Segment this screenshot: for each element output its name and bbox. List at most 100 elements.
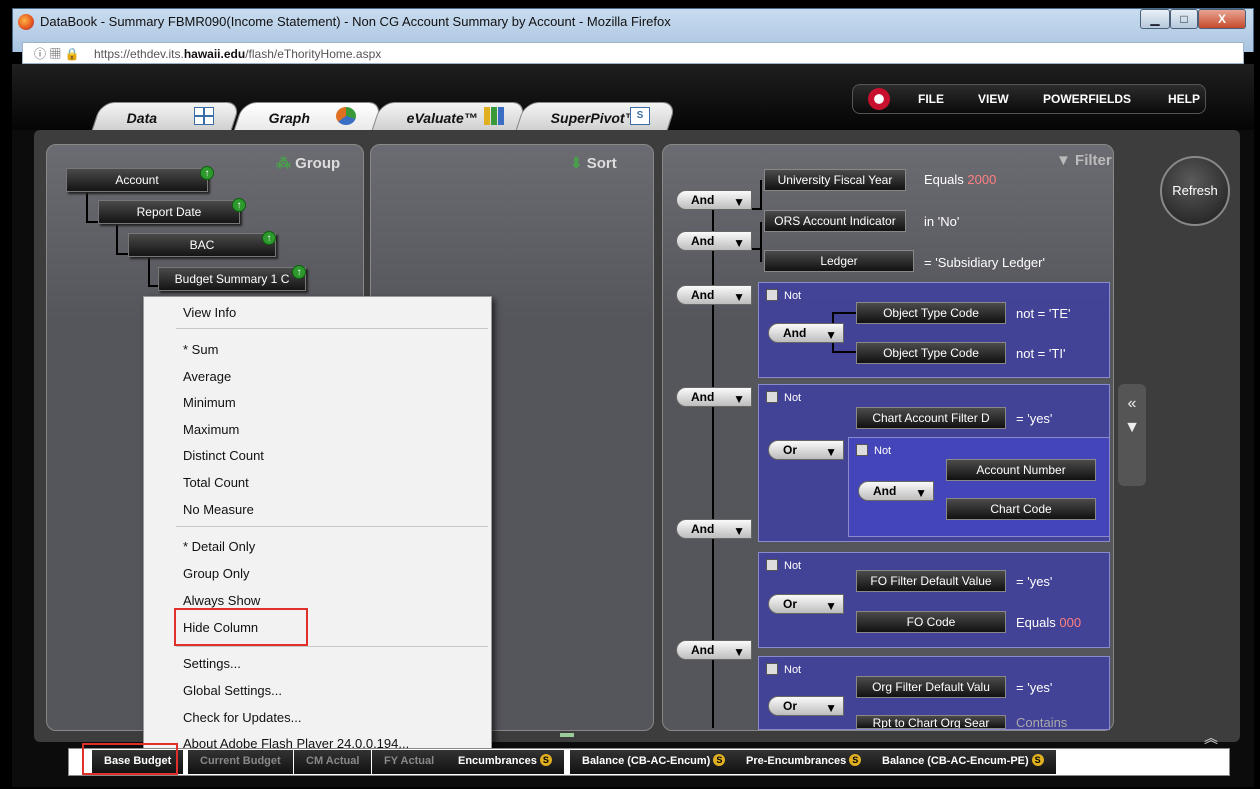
menu-sum[interactable]: * Sum [183, 342, 218, 357]
maximize-button[interactable]: □ [1170, 9, 1198, 29]
refresh-button[interactable]: Refresh [1160, 156, 1230, 226]
menu-minimum[interactable]: Minimum [183, 395, 236, 410]
window-title: DataBook - Summary FBMR090(Income Statem… [40, 14, 671, 29]
pie-chart-icon [336, 107, 356, 125]
filter-value-fo-default: = 'yes' [1016, 574, 1053, 589]
menu-total-count[interactable]: Total Count [183, 475, 249, 490]
menu-global-settings[interactable]: Global Settings... [183, 683, 282, 698]
and-dropdown[interactable]: And ▼ [676, 519, 752, 539]
and-dropdown[interactable]: And ▼ [676, 640, 752, 660]
and-dropdown[interactable]: And ▼ [676, 387, 752, 407]
dropdown-arrow-icon: ▼ [733, 236, 745, 250]
filter-value-rpt-chart-org: Contains [1016, 715, 1068, 730]
table-icon [194, 107, 214, 125]
or-dropdown[interactable]: Or ▼ [768, 440, 844, 460]
close-button[interactable]: X [1198, 9, 1246, 29]
menu-no-measure[interactable]: No Measure [183, 502, 254, 517]
not-label: Not [784, 664, 802, 676]
group-item-account[interactable]: Account [66, 168, 208, 192]
menu-always-show[interactable]: Always Show [183, 593, 260, 608]
tab-graph[interactable]: Graph [233, 102, 383, 132]
filter-value-fiscal-year: Equals 2000 [924, 172, 997, 187]
resize-handle[interactable] [560, 733, 574, 737]
menu-view-info[interactable]: View Info [183, 305, 236, 320]
tab-pre-encumbrances[interactable]: Pre-Encumbrances S [734, 750, 874, 774]
group-item-bac[interactable]: BAC [128, 233, 276, 257]
highlight-box [174, 608, 308, 646]
menu-file[interactable]: FILE [918, 92, 944, 106]
group-icon: ⁂ [276, 155, 291, 172]
url-text[interactable]: https://ethdev.its.hawaii.edu/flash/eTho… [94, 47, 381, 61]
filter-value-object-type-te: not = 'TE' [1016, 306, 1071, 321]
filter-value-ors-account: in 'No' [924, 214, 960, 229]
move-up-icon[interactable]: ↑ [200, 166, 214, 180]
tab-superpivot[interactable]: SuperPivot™ [515, 102, 677, 132]
firefox-icon [18, 14, 34, 30]
highlight-box [82, 743, 178, 775]
and-dropdown[interactable]: And ▼ [676, 190, 752, 210]
not-checkbox[interactable] [766, 559, 778, 571]
tab-balance-cb-ac-encum-pe[interactable]: Balance (CB-AC-Encum-PE) S [870, 750, 1056, 774]
filter-field-chart-account[interactable]: Chart Account Filter D [856, 407, 1006, 429]
filter-field-fo-code[interactable]: FO Code [856, 611, 1006, 633]
menu-view[interactable]: VIEW [978, 92, 1009, 106]
filter-field-rpt-chart-org[interactable]: Rpt to Chart Org Sear [856, 715, 1006, 729]
not-label: Not [784, 560, 802, 572]
filter-value-chart-account: = 'yes' [1016, 411, 1053, 426]
expand-up-icon[interactable]: ︽ [1204, 728, 1218, 748]
move-up-icon[interactable]: ↑ [232, 198, 246, 212]
group-item-report-date[interactable]: Report Date [98, 200, 240, 224]
filter-value-fo-code: Equals 000 [1016, 615, 1082, 630]
dropdown-arrow-icon: ▼ [733, 524, 745, 538]
or-dropdown[interactable]: Or ▼ [768, 594, 844, 614]
minimize-button[interactable]: ▁ [1140, 9, 1170, 29]
tab-cm-actual[interactable]: CM Actual [294, 750, 372, 774]
filter-field-ledger[interactable]: Ledger [764, 250, 914, 272]
not-checkbox[interactable] [766, 663, 778, 675]
menu-help[interactable]: HELP [1168, 92, 1200, 106]
tab-fy-actual[interactable]: FY Actual [372, 750, 447, 774]
collapse-filter-handle[interactable]: «▼ [1118, 384, 1146, 486]
tab-encumbrances[interactable]: Encumbrances S [446, 750, 564, 774]
dropdown-arrow-icon: ▼ [915, 486, 927, 500]
and-dropdown[interactable]: And ▼ [858, 481, 934, 501]
menu-maximum[interactable]: Maximum [183, 422, 239, 437]
move-up-icon[interactable]: ↑ [292, 265, 306, 279]
filter-value-org-default: = 'yes' [1016, 680, 1053, 695]
filter-field-object-type-te[interactable]: Object Type Code [856, 302, 1006, 324]
tab-current-budget[interactable]: Current Budget [188, 750, 293, 774]
filter-field-object-type-ti[interactable]: Object Type Code [856, 342, 1006, 364]
tab-data[interactable]: Data [91, 102, 241, 132]
group-panel-title: ⁂ Group [276, 155, 341, 172]
filter-field-fo-default[interactable]: FO Filter Default Value [856, 570, 1006, 592]
menu-detail-only[interactable]: * Detail Only [183, 539, 255, 554]
not-label: Not [874, 445, 892, 457]
filter-value-object-type-ti: not = 'TI' [1016, 346, 1066, 361]
tab-balance-cb-ac-encum[interactable]: Balance (CB-AC-Encum) S [570, 750, 738, 774]
menu-check-updates[interactable]: Check for Updates... [183, 710, 302, 725]
filter-field-ors-account[interactable]: ORS Account Indicator [764, 210, 906, 232]
filter-icon: ▼ [1056, 152, 1071, 169]
menu-average[interactable]: Average [183, 369, 231, 384]
dropdown-arrow-icon: ▼ [733, 392, 745, 406]
filter-field-account-number[interactable]: Account Number [946, 459, 1096, 481]
group-item-budget-summary[interactable]: Budget Summary 1 C [158, 267, 306, 291]
filter-field-chart-code[interactable]: Chart Code [946, 498, 1096, 520]
and-dropdown[interactable]: And ▼ [676, 231, 752, 251]
menu-settings[interactable]: Settings... [183, 656, 241, 671]
ethority-logo-icon[interactable] [868, 88, 890, 110]
move-up-icon[interactable]: ↑ [262, 231, 276, 245]
not-checkbox[interactable] [856, 444, 868, 456]
menu-distinct-count[interactable]: Distinct Count [183, 448, 264, 463]
lock-icon: ⓘ ▦ 🔒 [34, 47, 80, 61]
and-dropdown[interactable]: And ▼ [768, 323, 844, 343]
menu-powerfields[interactable]: POWERFIELDS [1043, 92, 1131, 106]
or-dropdown[interactable]: Or ▼ [768, 696, 844, 716]
menu-group-only[interactable]: Group Only [183, 566, 249, 581]
not-checkbox[interactable] [766, 391, 778, 403]
and-dropdown[interactable]: And ▼ [676, 285, 752, 305]
dropdown-arrow-icon: ▼ [733, 195, 745, 209]
not-checkbox[interactable] [766, 289, 778, 301]
filter-field-org-default[interactable]: Org Filter Default Valu [856, 676, 1006, 698]
filter-field-fiscal-year[interactable]: University Fiscal Year [764, 169, 906, 191]
